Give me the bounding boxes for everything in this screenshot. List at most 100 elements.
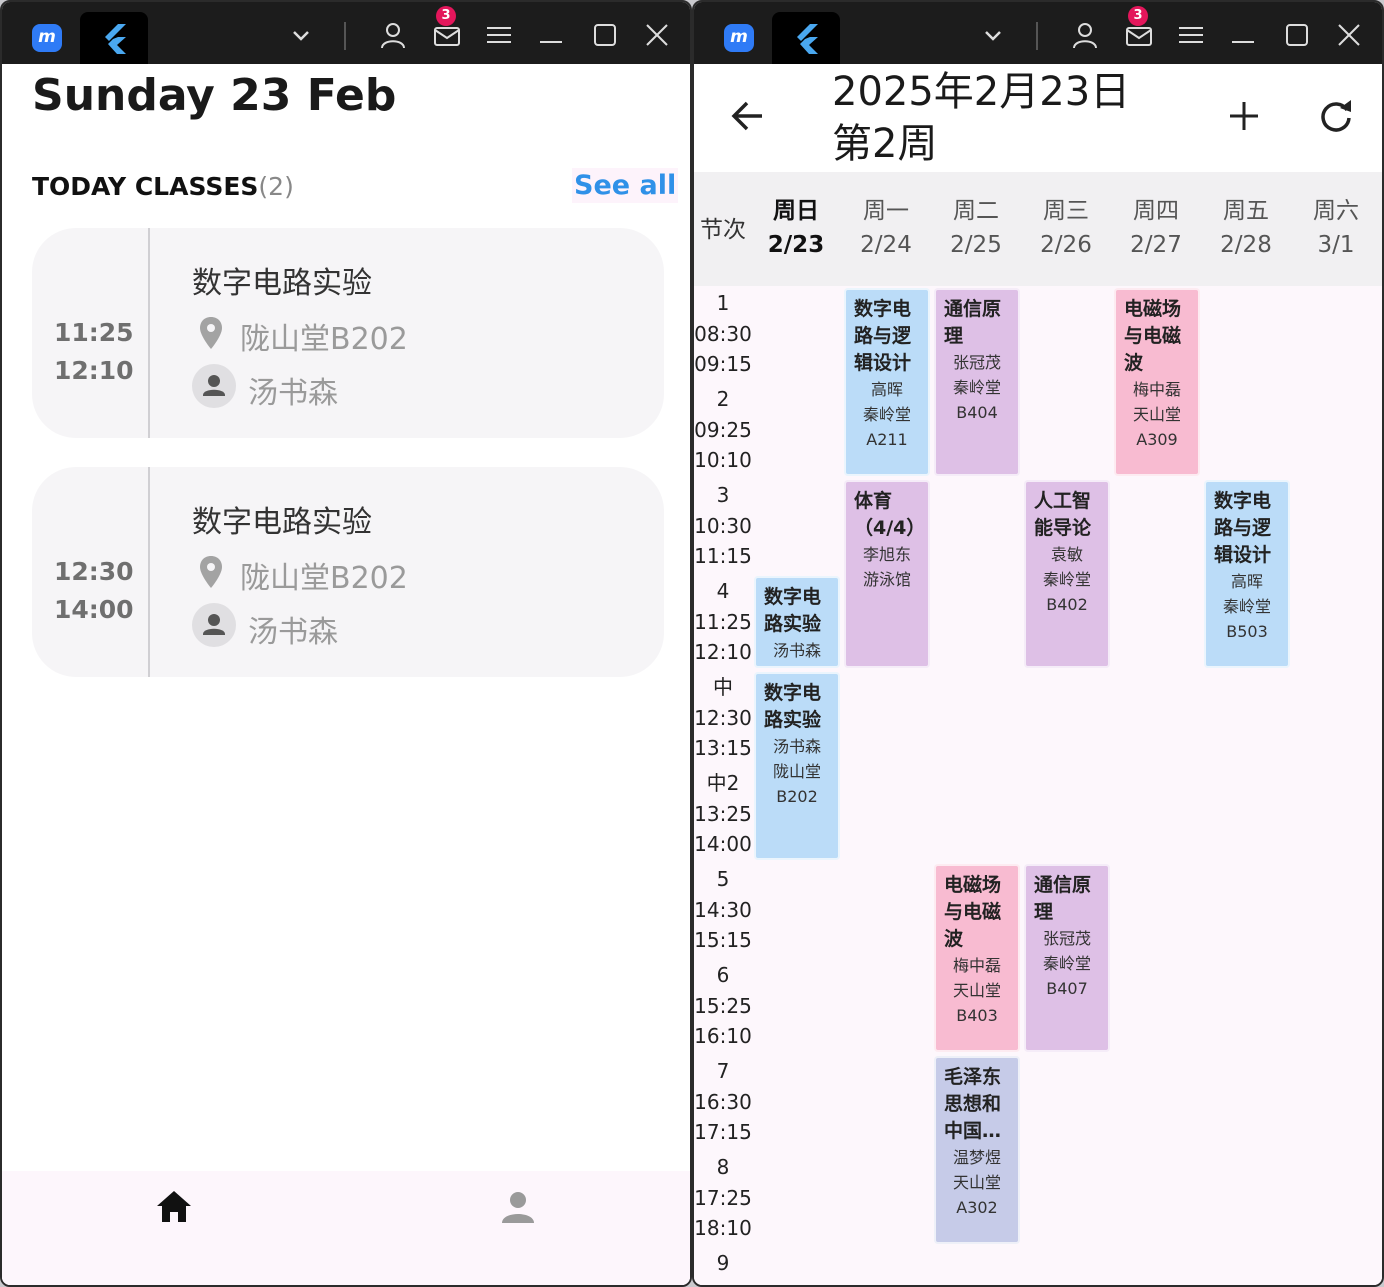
day-header-tue: 周二 2/25 — [931, 194, 1021, 262]
app-logo-icon[interactable]: m — [32, 24, 62, 52]
course-teacher: 高晖 — [870, 380, 903, 399]
course-name: 人工智能导论 — [1034, 490, 1092, 539]
day-name: 周日 — [773, 198, 819, 224]
class-location: 陇山堂B202 — [240, 561, 408, 596]
course-room: 秦岭堂A211 — [862, 405, 911, 449]
app-logo-icon[interactable]: m — [724, 24, 754, 52]
toolbar-divider — [344, 22, 346, 50]
card-divider — [148, 228, 150, 438]
location-pin-icon — [200, 556, 222, 588]
flutter-icon — [105, 24, 126, 54]
chevron-down-icon[interactable] — [978, 20, 1008, 50]
period-slot: 1 08:30 09:15 — [694, 291, 752, 376]
course-room: 秦岭堂B402 — [1042, 570, 1091, 614]
maximize-icon[interactable] — [590, 20, 620, 50]
course-name: 通信原理 — [1034, 874, 1092, 923]
timetable-grid: 1 08:30 09:15 2 09:25 10:10 3 10:30 11:15 4 11:… — [694, 286, 1382, 1285]
day-name: 周二 — [953, 198, 999, 224]
period-slot: 3 10:30 11:15 — [694, 483, 752, 568]
course-name: 体育（4/4） — [854, 490, 926, 539]
class-card[interactable]: 11:25 12:10 数字电路实验 陇山堂B202 汤书森 — [32, 228, 664, 438]
course-teacher: 李旭东 — [862, 545, 911, 564]
class-name: 数字电路实验 — [192, 266, 372, 301]
course-block[interactable]: 通信原理 张冠茂 秦岭堂B407 — [1024, 864, 1110, 1052]
title-bar: m 3 — [2, 2, 690, 66]
today-classes-heading: TODAY CLASSES(2) — [32, 172, 294, 201]
course-name: 通信原理 — [944, 298, 1002, 347]
see-all-button[interactable]: See all — [572, 168, 679, 203]
day-name: 周五 — [1223, 198, 1269, 224]
close-icon[interactable] — [642, 20, 672, 50]
refresh-icon[interactable] — [1316, 96, 1356, 136]
today-classes-label: TODAY CLASSES — [32, 172, 259, 201]
course-block[interactable]: 人工智能导论袁敏秦岭堂B402 — [1024, 480, 1110, 668]
class-teacher: 汤书森 — [248, 376, 338, 411]
home-icon[interactable] — [154, 1187, 194, 1227]
course-room: 陇山堂B202 — [772, 762, 821, 806]
day-header-thu: 周四 2/27 — [1111, 194, 1201, 262]
course-name: 数字电路与逻辑设计 — [1214, 490, 1272, 566]
flutter-tab[interactable] — [772, 12, 840, 66]
course-block[interactable]: 电磁场与电磁波 梅中磊 天山堂B403 — [934, 864, 1020, 1052]
minimize-icon[interactable] — [1228, 20, 1258, 50]
timetable-page: 2025年2月23日 第2周 节次 周日 2/23 周一 2/24 周二 2/25 周… — [694, 64, 1382, 1285]
course-room: 天山堂A309 — [1132, 405, 1181, 449]
page-title: 2025年2月23日 第2周 — [832, 66, 1130, 170]
minimize-icon[interactable] — [536, 20, 566, 50]
avatar — [192, 603, 236, 647]
class-end-time: 12:10 — [54, 356, 134, 385]
period-slot: 中 12:30 13:15 — [694, 675, 752, 760]
close-icon[interactable] — [1334, 20, 1364, 50]
course-name: 电磁场与电磁波 — [944, 874, 1002, 950]
profile-icon[interactable] — [498, 1187, 538, 1227]
course-teacher: 汤书森 — [772, 737, 821, 756]
period-slot: 7 16:30 17:15 — [694, 1059, 752, 1144]
week-header: 节次 周日 2/23 周一 2/24 周二 2/25 周三 2/26 周四 2/27 周五… — [694, 172, 1382, 286]
back-arrow-icon[interactable] — [728, 96, 768, 136]
course-teacher: 梅中磊 — [952, 956, 1001, 975]
card-divider — [148, 467, 150, 677]
course-room: 秦岭堂B503 — [1222, 597, 1271, 641]
class-card[interactable]: 12:30 14:00 数字电路实验 陇山堂B202 汤书森 — [32, 467, 664, 677]
course-teacher: 梅中磊 — [1132, 380, 1181, 399]
period-slot: 6 15:25 16:10 — [694, 963, 752, 1048]
class-start-time: 12:30 — [54, 557, 134, 586]
user-icon[interactable] — [1070, 20, 1100, 50]
location-pin-icon — [200, 317, 222, 349]
course-teacher: 袁敏 — [1050, 545, 1083, 564]
add-icon[interactable] — [1224, 96, 1264, 136]
course-block[interactable]: 通信原理 张冠茂 秦岭堂B404 — [934, 288, 1020, 476]
course-name: 电磁场与电磁波 — [1124, 298, 1182, 374]
day-name: 周六 — [1313, 198, 1359, 224]
course-block[interactable]: 数字电路实验汤书森陇山堂B202 — [754, 672, 840, 860]
timetable-window: m 3 2025年2月23日 第2周 节次 周日 2/23 周一 2/24 周二… — [692, 0, 1384, 1287]
day-name: 周四 — [1133, 198, 1179, 224]
course-room: 游泳馆 — [862, 570, 911, 589]
page-title: Sunday 23 Feb — [32, 70, 397, 121]
class-location: 陇山堂B202 — [240, 322, 408, 357]
maximize-icon[interactable] — [1282, 20, 1312, 50]
course-name: 数字电路实验 — [764, 682, 822, 731]
course-block[interactable]: 体育（4/4） 李旭东游泳馆 — [844, 480, 930, 668]
course-block[interactable]: 数字电路与逻辑设计 高晖 秦岭堂B503 — [1204, 480, 1290, 668]
menu-icon[interactable] — [484, 20, 514, 50]
period-slot: 中2 13:25 14:00 — [694, 771, 752, 856]
course-block[interactable]: 毛泽东思想和中国… 温梦煜 天山堂A302 — [934, 1056, 1020, 1244]
class-start-time: 11:25 — [54, 318, 134, 347]
home-page: Sunday 23 Feb TODAY CLASSES(2) See all 1… — [2, 64, 690, 1285]
course-teacher: 张冠茂 — [1042, 929, 1091, 948]
course-block[interactable]: 数字电路实验 汤书森 — [754, 576, 840, 668]
user-icon[interactable] — [378, 20, 408, 50]
avatar — [192, 364, 236, 408]
course-block[interactable]: 电磁场与电磁波梅中磊天山堂A309 — [1114, 288, 1200, 476]
day-header-fri: 周五 2/28 — [1201, 194, 1291, 262]
class-end-time: 14:00 — [54, 595, 134, 624]
chevron-down-icon[interactable] — [286, 20, 316, 50]
day-date: 2/24 — [860, 232, 912, 258]
menu-icon[interactable] — [1176, 20, 1206, 50]
course-block[interactable]: 数字电路与逻辑设计 高晖 秦岭堂A211 — [844, 288, 930, 476]
flutter-tab[interactable] — [80, 12, 148, 66]
day-date: 2/25 — [950, 232, 1002, 258]
period-header: 节次 — [700, 217, 746, 243]
home-window: m 3 Sunday 23 Feb TODAY CLASSES(2) See a… — [0, 0, 692, 1287]
